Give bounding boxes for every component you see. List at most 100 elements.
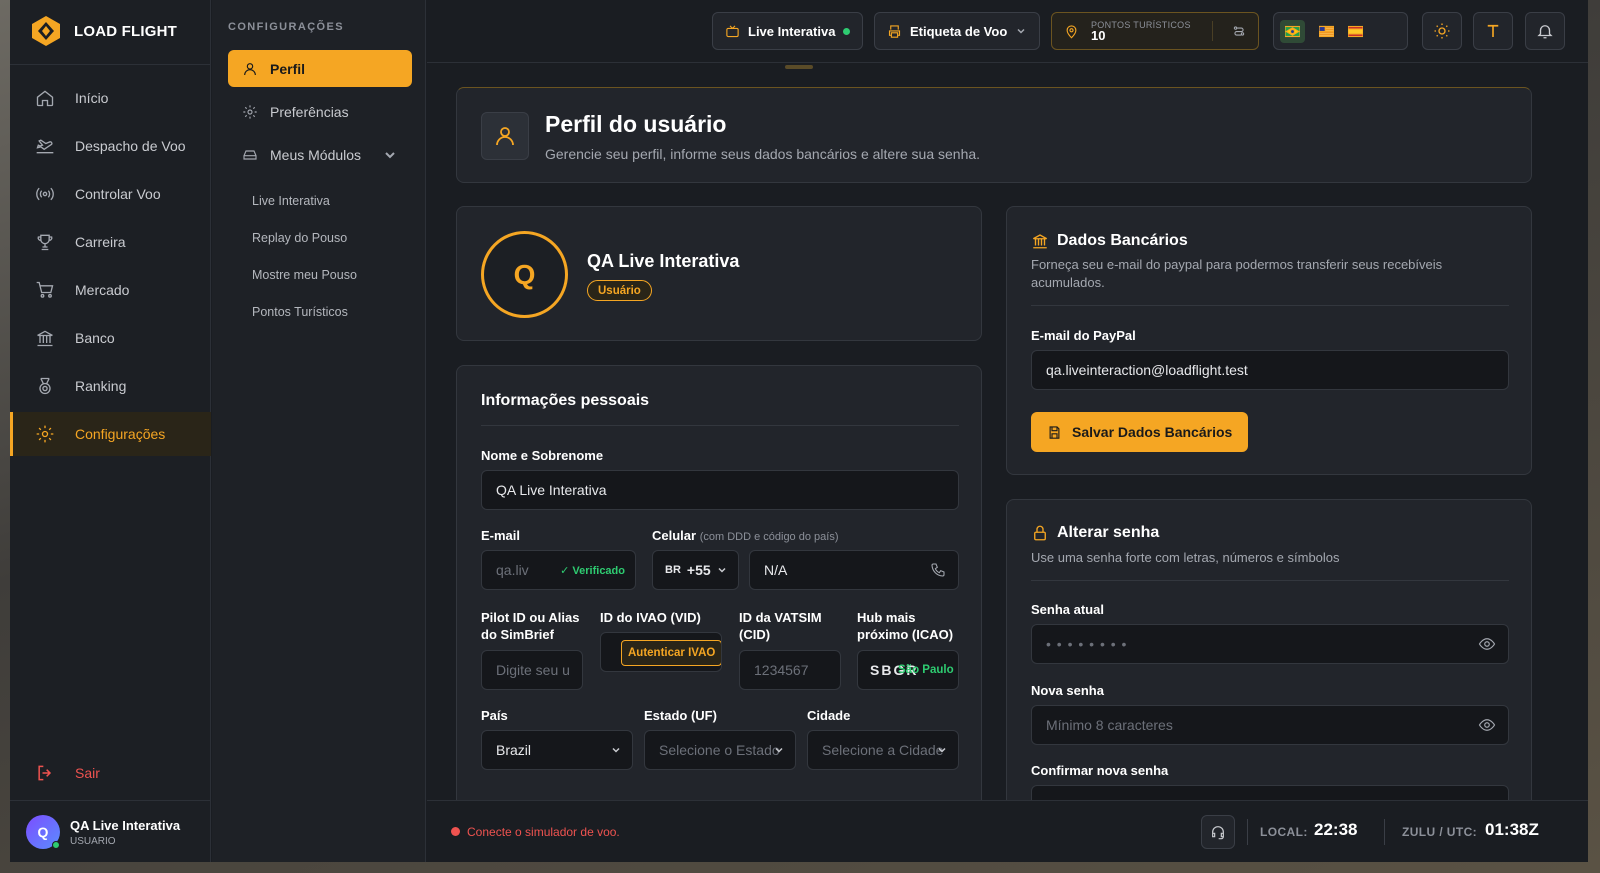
bank-icon — [1032, 234, 1048, 249]
plane-takeoff-icon — [36, 139, 54, 154]
status-bar: Conecte o simulador de voo. LOCAL: 22:38… — [427, 800, 1588, 862]
pilot-id-input[interactable]: Digite seu u — [481, 650, 583, 690]
current-password-value: • • • • • • • • — [1046, 636, 1128, 652]
save-bank-button[interactable]: Salvar Dados Bancários — [1031, 412, 1249, 452]
vatsim-label: ID da VATSIM (CID) — [739, 610, 822, 642]
bank-icon — [37, 330, 53, 347]
brazil-flag-icon — [1285, 25, 1300, 37]
eye-icon[interactable] — [1478, 716, 1496, 734]
points-value: 10 — [1091, 28, 1106, 43]
etiqueta-voo-dropdown[interactable]: Etiqueta de Voo — [874, 12, 1041, 50]
module-link-replay[interactable]: Replay do Pouso — [252, 231, 347, 245]
submenu-item-meus-modulos[interactable]: Meus Módulos — [228, 136, 412, 173]
flag-spain-button[interactable] — [1348, 24, 1363, 39]
chevron-down-icon — [1017, 28, 1025, 34]
bell-icon — [1537, 25, 1553, 39]
live-label: Live Interativa — [748, 23, 836, 39]
name-label: Nome e Sobrenome — [481, 448, 604, 463]
dial-code-select[interactable]: BR +55 — [652, 550, 739, 590]
app-window: LOAD FLIGHT Início Despacho de Voo Contr… — [10, 0, 1588, 862]
page-subtitle: Gerencie seu perfil, informe seus dados … — [545, 146, 981, 162]
nav-item-inicio[interactable]: Início — [10, 76, 211, 120]
new-password-label: Nova senha — [1031, 683, 1104, 698]
profile-name: QA Live Interativa — [587, 251, 740, 271]
text-size-icon — [1487, 24, 1499, 37]
country-label: País — [481, 708, 508, 723]
nav-item-banco[interactable]: Banco — [10, 316, 211, 360]
support-button[interactable] — [1201, 815, 1235, 849]
nav-item-despacho[interactable]: Despacho de Voo — [10, 124, 211, 168]
home-icon — [36, 90, 54, 107]
personal-info-card: Informações pessoais Nome e Sobrenome QA… — [456, 365, 982, 800]
eye-icon[interactable] — [1478, 635, 1496, 653]
phone-hint: (com DDD e código do país) — [699, 531, 839, 543]
email-label: E-mail — [481, 528, 521, 543]
user-menu[interactable]: Q QA Live Interativa USUARIO — [26, 815, 180, 849]
name-input[interactable]: QA Live Interativa — [481, 470, 959, 510]
vatsim-input[interactable]: 1234567 — [739, 650, 841, 690]
theme-toggle-button[interactable] — [1422, 12, 1462, 50]
medal-icon — [39, 377, 51, 395]
profile-avatar[interactable]: Q — [481, 231, 568, 318]
confirm-password-input[interactable] — [1031, 785, 1509, 800]
divider — [1031, 580, 1509, 581]
user-role: USUARIO — [70, 835, 116, 847]
save-icon — [1049, 425, 1060, 439]
state-placeholder: Selecione o Estado — [659, 742, 780, 758]
bank-title-text: Dados Bancários — [1057, 232, 1188, 249]
role-badge: Usuário — [587, 280, 652, 301]
verified-badge: ✓ Verificado — [560, 564, 625, 577]
nav-item-configuracoes[interactable]: Configurações — [10, 412, 211, 456]
cart-icon — [36, 281, 54, 298]
logo[interactable]: LOAD FLIGHT — [32, 16, 177, 46]
flag-usa-button[interactable] — [1319, 24, 1334, 39]
gear-icon — [36, 425, 54, 443]
font-size-button[interactable] — [1473, 12, 1513, 50]
password-title: Alterar senha — [1031, 524, 1159, 542]
profile-card: Q QA Live Interativa Usuário — [456, 206, 982, 341]
divider — [481, 425, 959, 426]
current-password-input[interactable]: • • • • • • • • — [1031, 624, 1509, 664]
live-interativa-button[interactable]: Live Interativa — [712, 12, 864, 50]
nav-item-controlar[interactable]: Controlar Voo — [10, 172, 211, 216]
authenticate-ivao-button[interactable]: Autenticar IVAO — [621, 640, 721, 666]
pontos-turisticos-widget[interactable]: PONTOS TURÍSTICOS 10 — [1051, 12, 1259, 50]
hub-input[interactable]: SBGR São Paulo — [857, 650, 959, 690]
submenu-item-preferencias[interactable]: Preferências — [228, 93, 412, 130]
phone-value: N/A — [764, 562, 788, 578]
email-input[interactable]: qa.liv ✓ Verificado — [481, 550, 636, 590]
divider — [10, 800, 211, 801]
city-select[interactable]: Selecione a Cidade — [807, 730, 959, 770]
hub-city: São Paulo — [898, 664, 954, 676]
city-label: Cidade — [807, 708, 851, 723]
flag-brazil-button[interactable] — [1280, 19, 1305, 43]
new-password-input[interactable]: Mínimo 8 caracteres — [1031, 705, 1509, 745]
phone-input[interactable]: N/A — [749, 550, 959, 590]
hub-label: Hub mais próximo (ICAO) — [857, 610, 954, 642]
chevron-down-icon — [938, 747, 946, 753]
module-link-live-interativa[interactable]: Live Interativa — [252, 194, 330, 208]
submenu-label: Perfil — [270, 60, 306, 77]
tv-icon — [726, 24, 739, 37]
settings-submenu: CONFIGURAÇÕES Perfil Preferências Meus M… — [212, 0, 426, 862]
nav-item-carreira[interactable]: Carreira — [10, 220, 211, 264]
pilot-id-label: Pilot ID ou Alias do SimBrief — [481, 610, 580, 642]
module-link-mostre-pouso[interactable]: Mostre meu Pouso — [252, 268, 357, 282]
notifications-button[interactable] — [1525, 12, 1565, 50]
trophy-icon — [37, 234, 53, 251]
nav-label: Banco — [75, 330, 115, 346]
nav-item-mercado[interactable]: Mercado — [10, 268, 211, 312]
avatar-initial: Q — [37, 824, 49, 840]
nav-label: Controlar Voo — [75, 186, 161, 202]
submenu-item-perfil[interactable]: Perfil — [228, 50, 412, 87]
paypal-email-input[interactable]: qa.liveinteraction@loadflight.test — [1031, 350, 1509, 390]
state-select[interactable]: Selecione o Estado — [644, 730, 796, 770]
nav-item-ranking[interactable]: Ranking — [10, 364, 211, 408]
spain-flag-icon — [1348, 25, 1363, 37]
module-link-pontos-turisticos[interactable]: Pontos Turísticos — [252, 305, 348, 319]
user-icon — [496, 127, 514, 146]
country-select[interactable]: Brazil — [481, 730, 633, 770]
local-time-label: LOCAL: — [1260, 825, 1308, 839]
logout-button[interactable]: Sair — [35, 763, 100, 783]
topbar: Live Interativa Etiqueta de Voo PONTOS T… — [427, 0, 1588, 63]
